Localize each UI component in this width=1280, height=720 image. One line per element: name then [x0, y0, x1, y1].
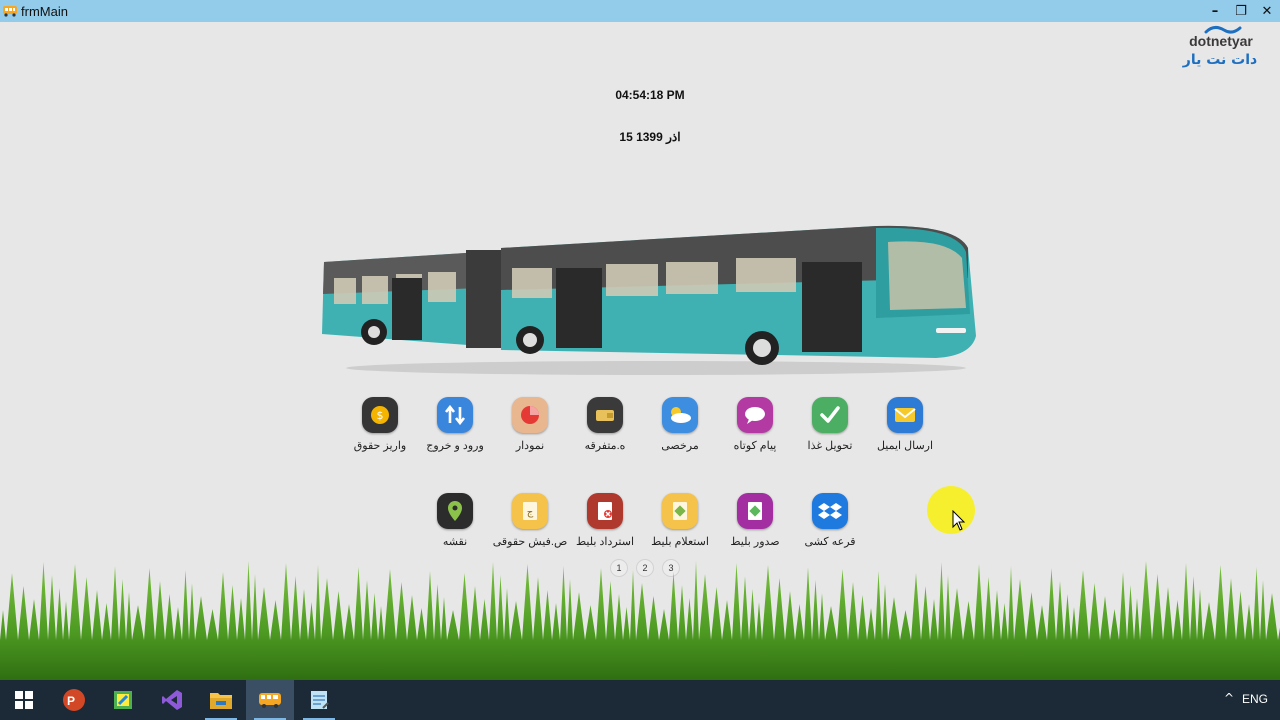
tile-ticket-inquiry[interactable]: استعلام بلیط: [638, 493, 722, 548]
tile-sms-label: پیام کوتاه: [733, 440, 777, 452]
tile-map-label: نقشه: [442, 536, 468, 548]
app-bus-icon: [3, 6, 17, 17]
payslip-icon: ج: [512, 493, 548, 529]
notepad-icon: [311, 691, 329, 709]
map-pin-icon: [437, 493, 473, 529]
tile-chart-label: نمودار: [515, 440, 545, 452]
tile-entry-exit[interactable]: ورود و خروج: [413, 397, 497, 452]
tile-send-email-label: ارسال ایمیل: [876, 440, 934, 452]
tile-ticket-refund[interactable]: استرداد بلیط: [563, 493, 647, 548]
tile-misc-expense[interactable]: ه.متفرقه: [563, 397, 647, 452]
dropbox-icon: [812, 493, 848, 529]
brand-persian: دات نت یار: [1182, 52, 1257, 68]
tile-ticket-inquiry-label: استعلام بلیط: [651, 536, 709, 548]
tile-chart[interactable]: نمودار: [488, 397, 572, 452]
tile-payslip-label: ص.فیش حقوقی: [492, 536, 568, 548]
language-indicator[interactable]: ENG: [1242, 692, 1268, 706]
coin-icon: $: [362, 397, 398, 433]
bus-image: [322, 225, 976, 375]
tile-issue-ticket[interactable]: صدور بلیط: [713, 493, 797, 548]
tile-salary-deposit[interactable]: $ واریز حقوق: [338, 397, 422, 452]
weather-cloud-icon: [662, 397, 698, 433]
clock-time: 04:54:18 PM: [615, 88, 685, 102]
current-date: 15 اذر 1399: [619, 130, 681, 144]
tile-entry-exit-label: ورود و خروج: [426, 440, 484, 452]
tile-ticket-refund-label: استرداد بلیط: [575, 536, 635, 548]
check-icon: [812, 397, 848, 433]
brand-logo: dotnetyar دات نت یار: [1182, 25, 1257, 68]
tile-lottery[interactable]: قرعه کشی: [788, 493, 872, 548]
tile-leave[interactable]: مرخصی: [638, 397, 722, 452]
pie-chart-icon: [512, 397, 548, 433]
arrows-updown-icon: [437, 397, 473, 433]
file-explorer-icon: [210, 693, 232, 709]
wallet-icon: [587, 397, 623, 433]
title-bar: frmMain – ❐ ✕: [0, 0, 1280, 22]
tile-lottery-label: قرعه کشی: [804, 536, 856, 548]
window-title: frmMain: [21, 3, 68, 19]
paint-icon: [114, 691, 132, 709]
taskbar-bus-app[interactable]: [246, 680, 294, 720]
svg-text:P: P: [67, 694, 75, 708]
tile-salary-deposit-label: واریز حقوق: [353, 440, 407, 452]
svg-text:$: $: [377, 409, 384, 422]
taskbar-paint[interactable]: [99, 680, 147, 720]
grass-image: [0, 561, 1280, 680]
tile-leave-label: مرخصی: [661, 440, 699, 452]
cursor-highlight: [927, 486, 975, 534]
tile-food-delivery[interactable]: تحویل غذا: [788, 397, 872, 452]
tile-sms[interactable]: پیام کوتاه: [713, 397, 797, 452]
tile-food-delivery-label: تحویل غذا: [807, 440, 853, 452]
restore-button[interactable]: ❐: [1228, 0, 1254, 22]
start-icon: [15, 691, 33, 709]
ticket-refund-icon: [587, 493, 623, 529]
ticket-issue-icon: [737, 493, 773, 529]
taskbar-powerpoint[interactable]: P: [50, 680, 98, 720]
mouse-cursor-icon: [952, 510, 966, 531]
powerpoint-icon: P: [63, 689, 85, 711]
start-button[interactable]: [0, 680, 48, 720]
minimize-button[interactable]: –: [1202, 0, 1228, 22]
close-button[interactable]: ✕: [1254, 0, 1280, 22]
message-icon: [737, 397, 773, 433]
ticket-inquiry-icon: [662, 493, 698, 529]
brand-latin: dotnetyar: [1189, 33, 1253, 49]
svg-text:ج: ج: [527, 507, 534, 518]
tray-chevron-icon[interactable]: ^: [1224, 691, 1234, 705]
visual-studio-icon: [162, 690, 182, 710]
tile-issue-ticket-label: صدور بلیط: [730, 536, 780, 548]
taskbar: P ^ ENG: [0, 680, 1280, 720]
taskbar-visual-studio[interactable]: [148, 680, 196, 720]
tile-payslip[interactable]: ج ص.فیش حقوقی: [488, 493, 572, 548]
taskbar-notepad[interactable]: [295, 680, 343, 720]
email-icon: [887, 397, 923, 433]
bus-app-icon: [259, 693, 281, 708]
tile-misc-expense-label: ه.متفرقه: [584, 440, 626, 452]
taskbar-file-explorer[interactable]: [197, 680, 245, 720]
tile-map[interactable]: نقشه: [413, 493, 497, 548]
tile-send-email[interactable]: ارسال ایمیل: [863, 397, 947, 452]
